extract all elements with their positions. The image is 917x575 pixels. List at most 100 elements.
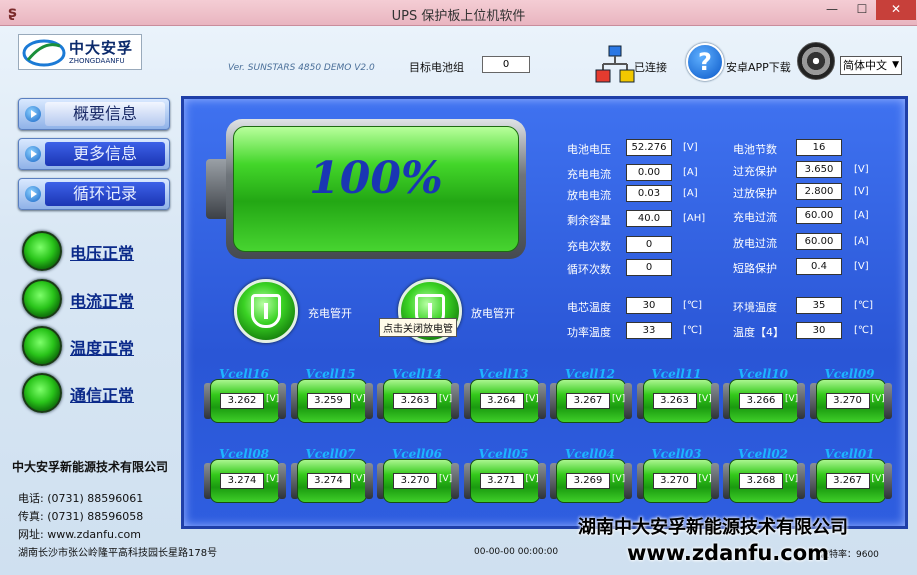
cell-voltage-unit: [V]: [785, 474, 799, 484]
field-value: 0: [626, 259, 672, 276]
connection-status: 已连接: [634, 61, 667, 74]
title-bar: ʂ UPS 保护板上位机软件 — ☐ ✕: [0, 0, 917, 26]
nav-summary-button[interactable]: 概要信息: [18, 98, 170, 130]
cell-terminal: [278, 463, 286, 499]
cell-voltage-value: 3.263: [652, 393, 697, 409]
field-label: 放电过流: [733, 237, 777, 250]
field-unit: [V]: [854, 164, 869, 175]
company-web: 网址: www.zdanfu.com: [18, 528, 141, 541]
charge-switch-label: 充电管开: [308, 307, 352, 320]
company-logo: 中大安孚 ZHONGDAANFU: [18, 34, 142, 70]
play-icon: [25, 186, 41, 202]
cell-battery: 3.269 [V]: [550, 459, 632, 503]
minimize-button[interactable]: —: [818, 0, 846, 20]
cell-battery: 3.267 [V]: [809, 459, 892, 503]
status-temperature: 温度正常: [22, 326, 172, 366]
company-name: 中大安孚新能源技术有限公司: [12, 460, 169, 474]
cell-voltage-value: 3.268: [739, 473, 783, 489]
help-icon[interactable]: ?: [686, 43, 724, 81]
cell-voltage-value: 3.267: [566, 393, 610, 409]
cell-voltage-unit: [V]: [525, 394, 539, 404]
field-value: 16: [796, 139, 842, 156]
cell-battery: 3.268 [V]: [723, 459, 805, 503]
field-unit: [V]: [854, 186, 869, 197]
field-unit: [A]: [854, 236, 869, 247]
cell-voltage-unit: [V]: [612, 394, 626, 404]
power-temp-unit: [℃]: [683, 325, 703, 336]
cell-voltage-unit: [V]: [871, 474, 885, 484]
cell-voltage-value: 3.267: [825, 473, 870, 489]
discharge-switch-label: 放电管开: [471, 307, 515, 320]
field-label: 循环次数: [567, 263, 611, 276]
field-unit: [V]: [854, 261, 869, 272]
cell-battery: 3.274 [V]: [204, 459, 286, 503]
cell-voltage-unit: [V]: [871, 394, 885, 404]
cell-battery: 3.259 [V]: [290, 379, 373, 423]
battery-gauge: 100%: [206, 119, 526, 259]
window-title: UPS 保护板上位机软件: [391, 9, 526, 24]
cell-voltage-value: 3.269: [566, 473, 610, 489]
nav-cycle-button[interactable]: 循环记录: [18, 178, 170, 210]
charge-mosfet-switch[interactable]: [234, 279, 298, 343]
cell-battery: 3.263 [V]: [377, 379, 459, 423]
field-value: 60.00: [796, 207, 842, 224]
env-temp-label: 环境温度: [733, 301, 777, 314]
cell-battery: 3.264 [V]: [463, 379, 546, 423]
cell-temp-unit: [℃]: [683, 300, 703, 311]
cell-voltage-unit: [V]: [698, 474, 712, 484]
language-select[interactable]: 简体中文 ▼: [840, 56, 902, 75]
nav-more-button[interactable]: 更多信息: [18, 138, 170, 170]
nav-summary-label: 概要信息: [45, 102, 165, 126]
cell-terminal: [797, 463, 805, 499]
cell-voltage-value: 3.274: [306, 473, 351, 489]
cell-terminal: [797, 383, 805, 419]
temp4-value: 30: [796, 322, 842, 339]
temp4-label: 温度【4】: [733, 326, 784, 339]
status-led-icon: [22, 326, 62, 366]
cell-voltage-value: 3.274: [220, 473, 264, 489]
field-value: 52.276: [626, 139, 672, 156]
field-label: 短路保护: [733, 262, 777, 275]
cell-voltage-unit: [V]: [352, 474, 366, 484]
field-label: 充电过流: [733, 211, 777, 224]
field-label: 电池节数: [733, 143, 777, 156]
mosfet-icon: [251, 294, 281, 328]
field-unit: [A]: [683, 188, 698, 199]
close-button[interactable]: ✕: [876, 0, 916, 20]
status-current: 电流正常: [22, 279, 172, 319]
watermark-company: 湖南中大安孚新能源技术有限公司: [578, 517, 848, 538]
field-label: 充电电流: [567, 168, 611, 181]
play-icon: [25, 146, 41, 162]
network-connected-icon: [595, 45, 635, 83]
cell-terminal: [278, 383, 286, 419]
target-battery-input[interactable]: 0: [482, 56, 530, 73]
cell-battery: 3.262 [V]: [204, 379, 286, 423]
version-label: Ver. SUNSTARS 4850 DEMO V2.0: [228, 63, 375, 73]
sound-icon[interactable]: [797, 42, 835, 80]
android-app-download-link[interactable]: 安卓APP下载: [726, 59, 791, 75]
field-value: 60.00: [796, 233, 842, 250]
status-comm: 通信正常: [22, 373, 172, 413]
field-unit: [V]: [683, 142, 698, 153]
cell-terminal: [537, 383, 546, 419]
field-label: 过充保护: [733, 165, 777, 178]
env-temp-value: 35: [796, 297, 842, 314]
cell-voltage-value: 3.266: [739, 393, 783, 409]
field-label: 电池电压: [567, 143, 611, 156]
cell-voltage-value: 3.263: [393, 393, 437, 409]
cell-voltage-unit: [V]: [785, 394, 799, 404]
client-area: 中大安孚 ZHONGDAANFU Ver. SUNSTARS 4850 DEMO…: [0, 26, 917, 575]
field-value: 2.800: [796, 183, 842, 200]
cell-terminal: [710, 383, 719, 419]
logo-swoosh-icon: [22, 39, 66, 67]
cell-terminal: [364, 383, 373, 419]
play-icon: [25, 106, 41, 122]
maximize-button[interactable]: ☐: [848, 0, 876, 20]
discharge-tooltip: 点击关闭放电管: [379, 318, 457, 337]
chevron-down-icon: ▼: [892, 60, 899, 70]
cell-voltage-value: 3.259: [306, 393, 351, 409]
cell-voltage-unit: [V]: [266, 474, 280, 484]
logo-text-cn: 中大安孚: [69, 39, 134, 57]
status-voltage-text: 电压正常: [70, 244, 135, 263]
env-temp-unit: [℃]: [854, 300, 874, 311]
